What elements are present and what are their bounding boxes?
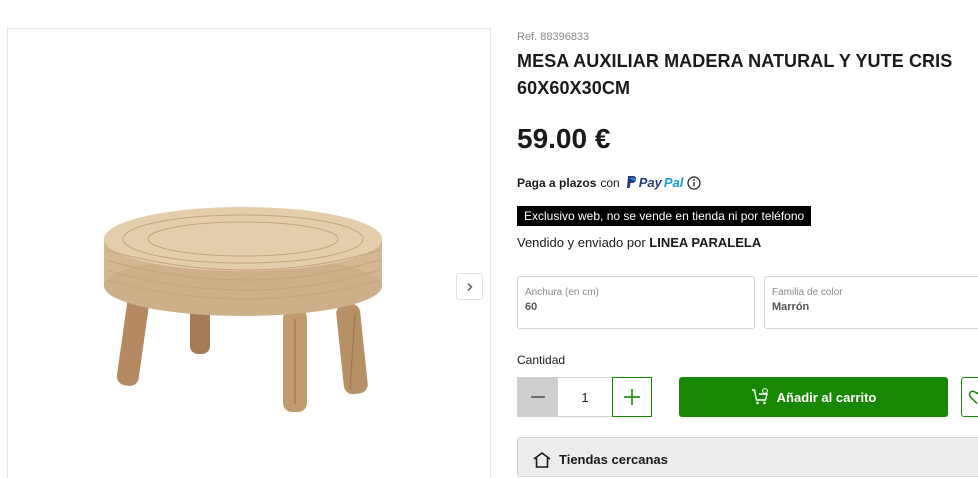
add-to-cart-button[interactable]: Añadir al carrito: [679, 377, 948, 417]
store-icon: [533, 452, 551, 468]
web-exclusive-badge: Exclusivo web, no se vende en tienda ni …: [517, 206, 812, 226]
width-value: 60: [525, 301, 538, 313]
color-label: Familia de color: [772, 287, 843, 298]
quantity-decrease-button[interactable]: [517, 377, 558, 417]
paypal-financing: Paga a plazos con Pay Pal: [517, 175, 701, 190]
info-icon[interactable]: [687, 175, 701, 190]
paypal-prefix: Paga a plazos: [517, 175, 597, 190]
paypal-word-b: Pal: [663, 175, 684, 190]
product-title: MESA AUXILIAR MADERA NATURAL Y YUTE CRIS…: [517, 51, 953, 98]
width-selector[interactable]: Anchura (en cm) 60: [517, 276, 755, 329]
paypal-word-a: Pay: [638, 175, 662, 190]
seller-info: Vendido y enviado por LINEA PARALELA: [517, 235, 761, 250]
quantity-input[interactable]: [558, 377, 612, 417]
seller-prefix: Vendido y enviado por: [517, 235, 646, 250]
heart-icon: [968, 390, 978, 405]
paypal-logo[interactable]: Pay Pal: [626, 175, 684, 190]
product-gallery: [7, 28, 491, 478]
color-value: Marrón: [772, 301, 810, 313]
nearby-stores-label: Tiendas cercanas: [559, 452, 668, 467]
width-label: Anchura (en cm): [525, 287, 599, 298]
minus-icon: [530, 396, 545, 398]
seller-name: LINEA PARALELA: [649, 235, 762, 250]
product-price: 59.00 €: [517, 123, 611, 154]
paypal-con: con: [600, 175, 620, 190]
add-to-cart-label: Añadir al carrito: [776, 389, 877, 405]
plus-icon: [624, 389, 640, 405]
quantity-label: Cantidad: [517, 353, 566, 367]
color-selector[interactable]: Familia de color Marrón: [764, 276, 978, 329]
wishlist-button[interactable]: [961, 377, 978, 417]
chevron-right-icon: [467, 282, 472, 291]
product-image[interactable]: [100, 194, 396, 418]
product-ref: Ref. 88396833: [517, 31, 590, 43]
nearby-stores-bar[interactable]: Tiendas cercanas: [517, 437, 978, 477]
paypal-mark-icon: [626, 176, 636, 188]
cart-plus-icon: [751, 388, 768, 405]
quantity-increase-button[interactable]: [612, 377, 652, 417]
gallery-next-button[interactable]: [456, 273, 483, 300]
